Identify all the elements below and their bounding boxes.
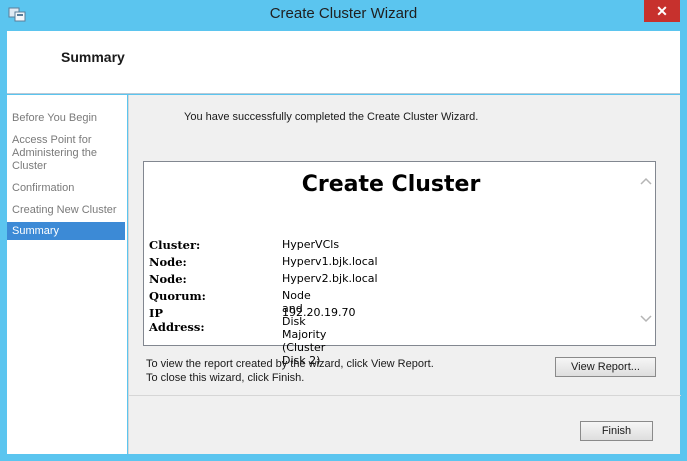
chevron-up-icon[interactable] <box>640 176 652 186</box>
close-icon: ✕ <box>656 3 668 19</box>
row-value: Hyperv1.bjk.local <box>282 255 378 268</box>
row-label: Cluster: <box>149 238 201 252</box>
row-label: Node: <box>149 272 187 286</box>
wizard-content: You have successfully completed the Crea… <box>128 95 681 454</box>
report-scrollbar[interactable] <box>637 162 655 345</box>
report-heading: Create Cluster <box>301 172 481 197</box>
sidebar-item-creating-new-cluster[interactable]: Creating New Cluster <box>7 204 125 217</box>
page-title: Summary <box>61 49 125 65</box>
sidebar-item-access-point[interactable]: Access Point for Administering the Clust… <box>7 134 103 173</box>
wizard-steps-sidebar: Before You Begin Access Point for Admini… <box>7 95 127 454</box>
window-title: Create Cluster Wizard <box>269 5 418 22</box>
title-bar[interactable]: Create Cluster Wizard ✕ <box>0 0 687 31</box>
row-label: Node: <box>149 255 187 269</box>
view-report-hint: To view the report created by the wizard… <box>146 358 434 370</box>
sidebar-item-confirmation[interactable]: Confirmation <box>7 182 125 195</box>
report-viewer[interactable]: Create Cluster Cluster: HyperVCls Node: … <box>143 161 656 367</box>
chevron-down-icon[interactable] <box>640 314 652 324</box>
sidebar-item-summary[interactable]: Summary <box>7 222 125 240</box>
row-value: Hyperv2.bjk.local <box>282 272 378 285</box>
success-message: You have successfully completed the Crea… <box>184 111 479 123</box>
row-value: Node and Disk Majority (Cluster Disk 2) <box>282 289 327 367</box>
wizard-header: Summary <box>7 31 680 94</box>
finish-hint: To close this wizard, click Finish. <box>146 372 305 384</box>
finish-button[interactable]: Finish <box>580 421 653 441</box>
row-label: Quorum: <box>149 289 206 303</box>
sidebar-item-before-you-begin[interactable]: Before You Begin <box>7 112 125 125</box>
row-value: HyperVCls <box>282 238 340 251</box>
footer-divider <box>129 395 681 396</box>
close-button[interactable]: ✕ <box>644 0 680 22</box>
view-report-button[interactable]: View Report... <box>555 357 656 377</box>
row-label: IP Address: <box>149 306 205 334</box>
row-value: 192.20.19.70 <box>282 306 356 319</box>
